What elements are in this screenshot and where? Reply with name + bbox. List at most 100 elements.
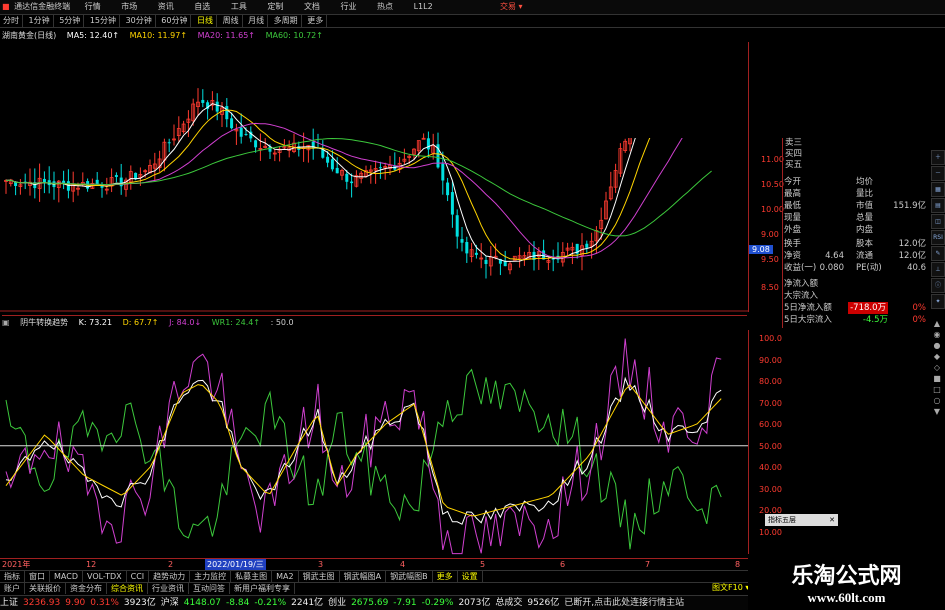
menu-item-l1l2[interactable]: L1L2 bbox=[414, 0, 433, 14]
pin-icon[interactable]: ✦ bbox=[931, 294, 945, 309]
date-tick: 8 bbox=[735, 560, 741, 569]
menu-item-market[interactable]: 市场 bbox=[121, 0, 137, 14]
candle-body bbox=[201, 99, 205, 103]
bottom-tab[interactable]: 互动问答 bbox=[189, 583, 230, 594]
tab-period-more[interactable]: 更多 bbox=[304, 15, 328, 27]
side-tab-2[interactable]: ◉ bbox=[931, 329, 943, 340]
info-icon[interactable]: ⓘ bbox=[931, 278, 945, 293]
ticker-item: 上证 bbox=[0, 598, 19, 608]
indicator-tick: 30.00 bbox=[759, 484, 782, 494]
bottom-tab[interactable]: 资金分布 bbox=[66, 583, 107, 594]
side-tab-8[interactable]: ○ bbox=[931, 395, 943, 406]
price-tick: 9.50 bbox=[761, 255, 779, 264]
tab-period-weekly[interactable]: 周线 bbox=[220, 15, 243, 27]
indicator-tab[interactable]: 私募主图 bbox=[231, 571, 273, 582]
indicator-tick: 100.0 bbox=[759, 334, 782, 343]
bottom-tab[interactable]: 新用户福利专享 bbox=[230, 583, 295, 594]
tab-period-daily[interactable]: 日线 bbox=[194, 15, 218, 27]
index-ticker: 上证 3236.93 9.90 0.31% 3923亿 沪深 4148.07 -8.84 -0.… bbox=[0, 595, 748, 610]
quote-key: 换手 bbox=[784, 239, 802, 249]
candlestick-chart[interactable] bbox=[0, 42, 748, 312]
indicator-tab[interactable]: 更多 bbox=[433, 571, 458, 582]
indicator-tab[interactable]: 钢武幅图A bbox=[340, 571, 387, 582]
indicator-tab[interactable]: CCI bbox=[127, 571, 150, 582]
quote-row: 今开 均价 bbox=[784, 176, 926, 188]
quote-value: 0.080 bbox=[819, 263, 844, 273]
candle-body bbox=[225, 106, 229, 120]
indicator-tab[interactable]: 钢武主图 bbox=[299, 571, 340, 582]
side-tab-3[interactable]: ● bbox=[931, 340, 943, 351]
menu-item-tools[interactable]: 工具 bbox=[231, 0, 247, 14]
zoom-in-icon[interactable]: ＋ bbox=[931, 150, 945, 165]
menu-item-custom[interactable]: 定制 bbox=[267, 0, 283, 14]
menu-item-hot[interactable]: 热点 bbox=[377, 0, 393, 14]
indicator-name[interactable]: 阴牛转换趋势 bbox=[20, 318, 68, 327]
compare-icon[interactable]: ◫ bbox=[931, 214, 945, 229]
side-tab-4[interactable]: ◆ bbox=[931, 351, 943, 362]
indicator-tick: 60.00 bbox=[759, 420, 782, 429]
rsi-icon[interactable]: RSI bbox=[931, 230, 945, 245]
drawing-icon[interactable]: ✎ bbox=[931, 246, 945, 261]
indicator-tick: 90.00 bbox=[759, 355, 782, 365]
tab-period-multi[interactable]: 多周期 bbox=[271, 15, 302, 27]
date-tick: 12 bbox=[86, 560, 97, 569]
f10-button[interactable]: 图文F10 ▾ bbox=[712, 582, 749, 593]
ruler-icon[interactable]: ⊥ bbox=[931, 262, 945, 277]
bottom-tab[interactable]: 关联报价 bbox=[25, 583, 66, 594]
indicator-chart[interactable] bbox=[0, 330, 748, 558]
ticker-item: 4148.07 bbox=[183, 598, 222, 608]
tab-period-60min[interactable]: 60分钟 bbox=[158, 15, 192, 27]
popup-close-icon[interactable]: ✕ bbox=[829, 514, 835, 526]
tab-period-5min[interactable]: 5分钟 bbox=[56, 15, 85, 27]
zoom-out-icon[interactable]: － bbox=[931, 166, 945, 181]
indicator-tab[interactable]: 趋势动力 bbox=[149, 571, 191, 582]
side-tab-9[interactable]: ▼ bbox=[931, 406, 943, 417]
wr1-line bbox=[5, 368, 722, 550]
trade-menu[interactable]: 交易 ▾ bbox=[500, 0, 523, 14]
indicator-tab[interactable]: 窗口 bbox=[25, 571, 50, 582]
window-title: 通达信金融终端 bbox=[14, 2, 71, 11]
ticker-item[interactable]: 已断开,点击此处连接行情主站 bbox=[564, 598, 684, 608]
quote-key: 今开 bbox=[784, 177, 802, 187]
bottom-tab[interactable]: 账户 bbox=[0, 583, 25, 594]
flow-value: -718.0万 bbox=[848, 302, 888, 314]
indicator-tab[interactable]: MA2 bbox=[272, 571, 299, 582]
indicator-icon[interactable]: ▤ bbox=[931, 198, 945, 213]
flow-pct: 0% bbox=[912, 315, 927, 325]
indicator-tab[interactable]: 主力监控 bbox=[190, 571, 232, 582]
menu-item-docs[interactable]: 文档 bbox=[304, 0, 320, 14]
tab-period-1min[interactable]: 1分钟 bbox=[26, 15, 54, 27]
menu-item-watchlist[interactable]: 自选 bbox=[194, 0, 210, 14]
indicator-popup[interactable]: 指标五层 ✕ bbox=[765, 514, 838, 526]
chart-type-icon[interactable]: ▦ bbox=[931, 182, 945, 197]
candle-body bbox=[335, 167, 339, 174]
ticker-item: 9.90 bbox=[65, 598, 86, 608]
candle-body bbox=[42, 178, 46, 183]
menu-item-quotes[interactable]: 行情 bbox=[85, 0, 101, 14]
candle-body bbox=[446, 182, 450, 196]
price-tick: 8.50 bbox=[761, 283, 779, 292]
indicator-tab[interactable]: 指标 bbox=[0, 571, 25, 582]
indicator-tab[interactable]: MACD bbox=[50, 571, 83, 582]
tab-period-15min[interactable]: 15分钟 bbox=[87, 15, 121, 27]
tab-period-intraday[interactable]: 分时 bbox=[0, 15, 23, 27]
bid-4-label: 买四 bbox=[785, 149, 803, 159]
bottom-tab[interactable]: 行业资讯 bbox=[148, 583, 189, 594]
indicator-tab[interactable]: VOL-TDX bbox=[83, 571, 127, 582]
bottom-tab[interactable]: 综合资讯 bbox=[107, 583, 148, 594]
indicator-tick: 10.00 bbox=[759, 527, 782, 537]
indicator-tab[interactable]: 设置 bbox=[458, 571, 483, 582]
indicator-tab[interactable]: 钢武幅图B bbox=[386, 571, 433, 582]
side-tab-6[interactable]: ■ bbox=[931, 373, 943, 384]
indicator-tick: 70.00 bbox=[759, 398, 782, 408]
tab-period-monthly[interactable]: 月线 bbox=[245, 15, 269, 27]
side-tab-7[interactable]: □ bbox=[931, 384, 943, 395]
side-tab-5[interactable]: ◇ bbox=[931, 362, 943, 373]
date-tick: 3 bbox=[318, 560, 324, 569]
ticker-item: -0.21% bbox=[254, 598, 287, 608]
tab-period-30min[interactable]: 30分钟 bbox=[123, 15, 156, 27]
menu-item-industry[interactable]: 行业 bbox=[340, 0, 356, 14]
flow-row: 5日大宗流入 -4.5万 0% bbox=[784, 314, 926, 326]
side-tab-1[interactable]: ▲ bbox=[931, 318, 943, 329]
menu-item-news[interactable]: 资讯 bbox=[158, 0, 174, 14]
